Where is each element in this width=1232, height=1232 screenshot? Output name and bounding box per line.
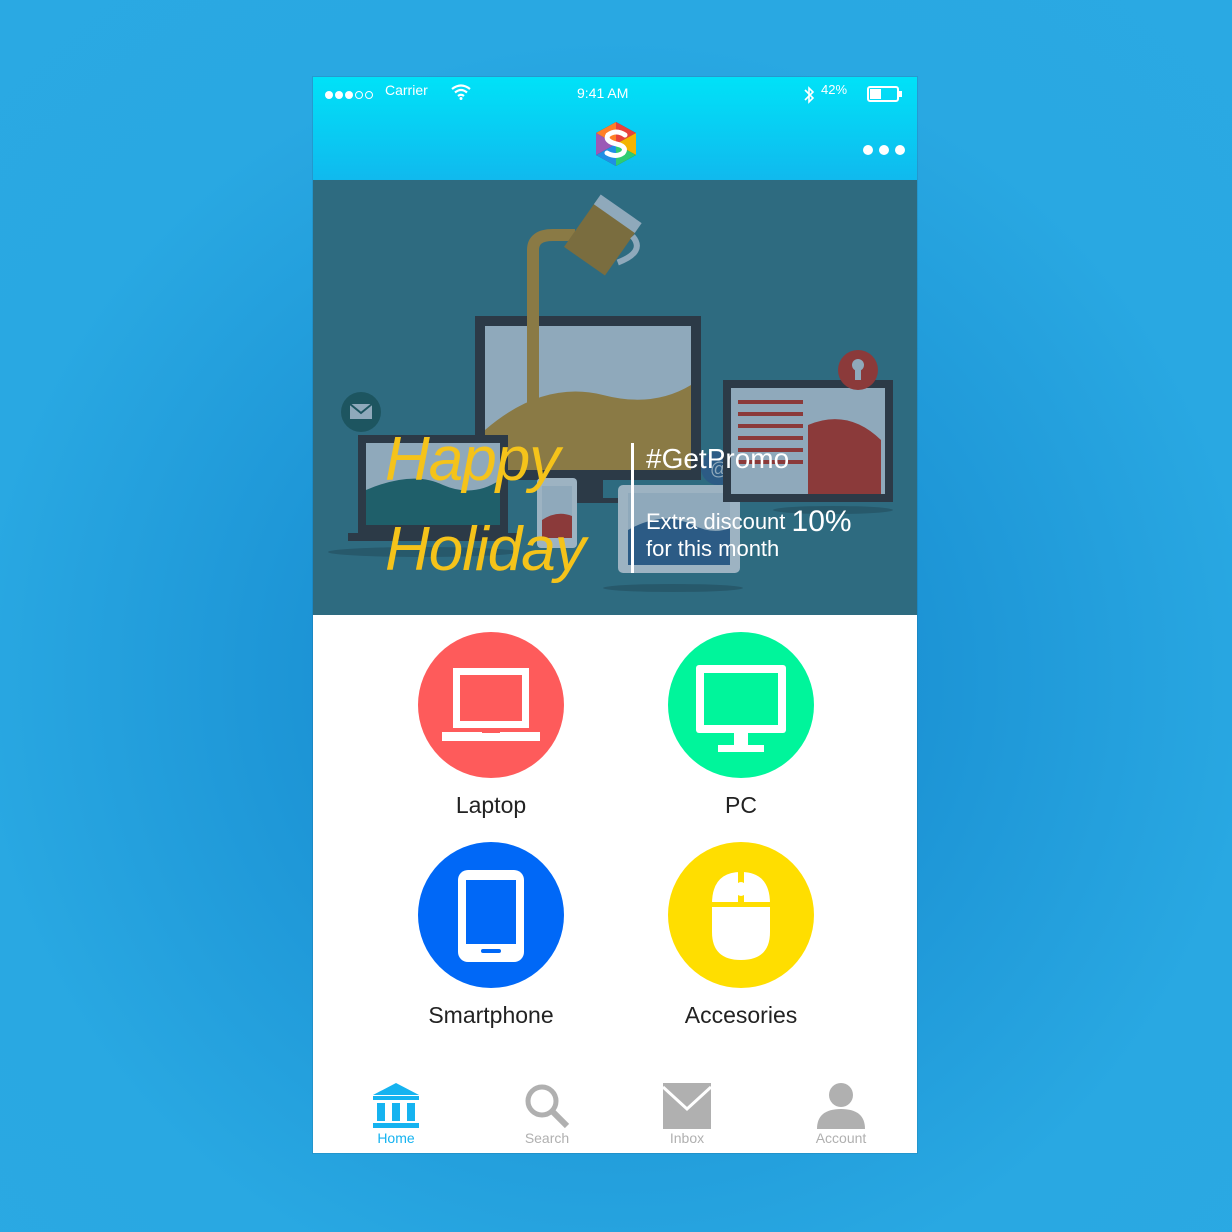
search-icon <box>525 1084 570 1129</box>
tab-label: Search <box>524 1130 570 1146</box>
clock: 9:41 AM <box>577 85 629 101</box>
smartphone-icon[interactable] <box>418 842 564 988</box>
wifi-icon <box>451 84 471 100</box>
promo-text-label: Extra discount <box>646 509 786 534</box>
headline-line-1: Happy <box>385 425 560 494</box>
mail-icon <box>662 1083 712 1129</box>
bottom-tab-bar: Home Search Inbox Account <box>313 1077 917 1153</box>
promo-hashtag: #GetPromo <box>646 443 790 474</box>
tab-label: Home <box>377 1130 415 1146</box>
carrier-label: Carrier <box>385 82 428 98</box>
category-accessories[interactable]: Accesories <box>641 842 841 1029</box>
bluetooth-icon <box>804 86 815 104</box>
tab-label: Account <box>815 1130 867 1146</box>
banner-divider <box>631 443 634 573</box>
phone-screen: Carrier 9:41 AM 42% @ Happy Holiday #Get… <box>313 77 917 1153</box>
tab-inbox[interactable]: Inbox <box>637 1077 737 1146</box>
more-dots-icon[interactable] <box>863 145 905 155</box>
category-laptop[interactable]: Laptop <box>391 632 591 819</box>
battery-percent: 42% <box>821 82 848 97</box>
tab-search[interactable]: Search <box>497 1077 597 1146</box>
promo-text: Extra discount 10% <box>646 503 852 538</box>
monitor-icon[interactable] <box>668 632 814 778</box>
promo-value: 10% <box>791 505 852 538</box>
category-smartphone[interactable]: Smartphone <box>391 842 591 1029</box>
signal-strength-icon <box>325 91 373 99</box>
mouse-icon[interactable] <box>668 842 814 988</box>
battery-icon <box>867 86 902 102</box>
category-pc[interactable]: PC <box>641 632 841 819</box>
laptop-icon[interactable] <box>418 632 564 778</box>
headline-line-2: Holiday <box>385 515 586 584</box>
app-header: Carrier 9:41 AM 42% <box>313 77 917 180</box>
tab-home[interactable]: Home <box>346 1077 446 1146</box>
category-label: PC <box>725 792 757 818</box>
category-label: Accesories <box>684 1002 798 1028</box>
app-logo-icon[interactable] <box>593 121 639 167</box>
user-icon <box>817 1083 865 1129</box>
bank-icon <box>373 1083 419 1128</box>
status-bar: Carrier 9:41 AM 42% <box>313 77 917 107</box>
category-label: Smartphone <box>428 1002 554 1028</box>
tab-label: Inbox <box>669 1130 705 1146</box>
category-label: Laptop <box>455 792 527 818</box>
tab-account[interactable]: Account <box>791 1077 891 1146</box>
promo-banner[interactable]: @ Happy Holiday #GetPromo Extra discount… <box>313 180 917 615</box>
promo-text-2: for this month <box>646 536 780 561</box>
banner-headline: Happy Holiday <box>385 415 586 595</box>
